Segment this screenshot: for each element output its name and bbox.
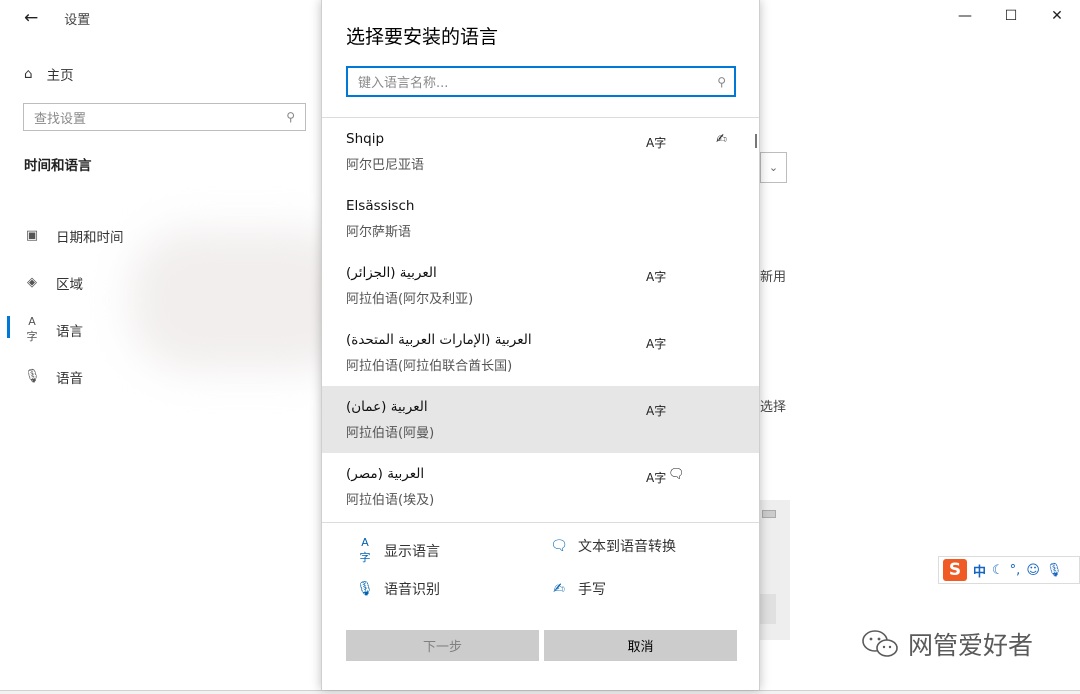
legend-handwriting: ✍ 手写: [550, 579, 606, 599]
legend-label: 文本到语音转换: [578, 539, 676, 555]
wechat-logo-icon: [862, 630, 898, 657]
cancel-button[interactable]: 取消: [544, 630, 737, 661]
display-language-icon: A字: [646, 136, 667, 150]
title-bar: ← 设置: [24, 8, 90, 28]
legend-label: 语音识别: [384, 582, 440, 598]
microphone-icon: 🎙: [24, 369, 41, 384]
background-text-fragment: 新用: [760, 270, 787, 285]
language-subtitle: 阿拉伯语(埃及): [346, 493, 435, 508]
sogou-logo-icon[interactable]: S: [943, 559, 967, 581]
home-link[interactable]: ⌂ 主页: [24, 64, 74, 84]
choose-language-dialog: 选择要安装的语言 键入语言名称... ⚲ Shqip 阿尔巴尼亚语 A字 ✍ E…: [321, 0, 760, 690]
watermark-text: 网管爱好者: [908, 631, 1034, 660]
home-icon: ⌂: [24, 66, 33, 82]
list-item[interactable]: العربية (الإمارات العربية المتحدة) 阿拉伯语(…: [322, 319, 759, 386]
dialog-title: 选择要安装的语言: [346, 26, 499, 48]
emoji-icon[interactable]: ☺: [1026, 563, 1040, 578]
display-language-icon: A字: [359, 536, 371, 564]
language-name: العربية (الإمارات العربية المتحدة): [346, 332, 532, 348]
language-name: Elsässisch: [346, 198, 415, 214]
language-subtitle: 阿拉伯语(阿曼): [346, 426, 435, 441]
sidebar-item-label: 语音: [56, 370, 83, 387]
app-title: 设置: [64, 12, 91, 28]
language-name: العربية (عمان): [346, 399, 428, 415]
legend-label: 手写: [578, 582, 606, 598]
display-language-icon: A字: [646, 471, 667, 485]
list-item[interactable]: العربية (مصر) 阿拉伯语(埃及) A字 🗨: [322, 453, 759, 520]
display-language-icon: A字: [646, 270, 667, 284]
language-list[interactable]: Shqip 阿尔巴尼亚语 A字 ✍ Elsässisch 阿尔萨斯语 العرب…: [322, 118, 759, 522]
legend-text-to-speech: 🗨 文本到语音转换: [550, 536, 676, 556]
sidebar-item-label: 语言: [56, 323, 83, 340]
text-to-speech-icon: 🗨: [668, 467, 685, 482]
list-item-selected[interactable]: العربية (عمان) 阿拉伯语(阿曼) A字: [322, 386, 759, 453]
ime-toolbar[interactable]: S 中 ☾ °, ☺ 🎙: [938, 556, 1080, 584]
background-dropdown[interactable]: ⌄: [760, 152, 787, 183]
punctuation-icon[interactable]: °,: [1010, 563, 1021, 578]
sidebar-item-label: 区域: [56, 276, 83, 293]
search-icon: ⚲: [717, 74, 726, 89]
maximize-icon[interactable]: ☐: [988, 0, 1034, 32]
window-controls: — ☐ ✕: [942, 0, 1080, 32]
list-item[interactable]: العربية (الجزائر) 阿拉伯语(阿尔及利亚) A字: [322, 252, 759, 319]
language-subtitle: 阿拉伯语(阿拉伯联合酋长国): [346, 359, 513, 374]
calendar-clock-icon: ▣: [25, 228, 39, 243]
search-icon: ⚲: [286, 110, 295, 124]
list-item[interactable]: Shqip 阿尔巴尼亚语 A字 ✍: [322, 118, 759, 185]
display-language-icon: A字: [646, 404, 667, 418]
close-icon[interactable]: ✕: [1034, 0, 1080, 32]
sidebar-item-label: 日期和时间: [56, 229, 124, 246]
back-arrow-icon[interactable]: ←: [24, 8, 38, 28]
language-subtitle: 阿尔萨斯语: [346, 225, 412, 240]
settings-search-input[interactable]: 查找设置 ⚲: [23, 103, 306, 131]
legend-label: 显示语言: [384, 543, 440, 560]
background-button[interactable]: [760, 594, 776, 624]
language-subtitle: 阿拉伯语(阿尔及利亚): [346, 292, 474, 307]
watermark: 网管爱好者: [860, 626, 1033, 662]
microphone-icon: 🎙: [356, 581, 374, 597]
background-text-fragment: 选择: [760, 400, 787, 415]
language-search-input[interactable]: 键入语言名称... ⚲: [346, 66, 736, 97]
language-icon: A字: [26, 315, 38, 343]
text-to-speech-icon: 🗨: [550, 538, 568, 554]
divider: [322, 522, 759, 523]
language-subtitle: 阿尔巴尼亚语: [346, 158, 425, 173]
language-name: Shqip: [346, 131, 385, 147]
language-search-placeholder: 键入语言名称...: [358, 76, 449, 91]
settings-search-placeholder: 查找设置: [34, 111, 87, 127]
next-button[interactable]: 下一步: [346, 630, 539, 661]
handwriting-icon: ✍: [553, 581, 565, 597]
list-item[interactable]: Elsässisch 阿尔萨斯语: [322, 185, 759, 252]
legend-display-language: A字 显示语言: [356, 536, 441, 565]
minimize-icon[interactable]: —: [942, 0, 988, 32]
ime-mode[interactable]: 中: [973, 561, 986, 580]
region-globe-icon: ◈: [27, 275, 37, 290]
section-title: 时间和语言: [24, 158, 92, 174]
language-name: العربية (الجزائر): [346, 265, 437, 281]
handwriting-icon: ✍: [716, 132, 727, 147]
half-width-moon-icon[interactable]: ☾: [992, 563, 1004, 578]
home-label: 主页: [46, 68, 74, 84]
scrollbar[interactable]: [755, 134, 757, 148]
background-keyboard-icon: [762, 510, 776, 518]
display-language-icon: A字: [646, 337, 667, 351]
microphone-icon[interactable]: 🎙: [1046, 563, 1063, 578]
legend-speech-recognition: 🎙 语音识别: [356, 579, 440, 599]
